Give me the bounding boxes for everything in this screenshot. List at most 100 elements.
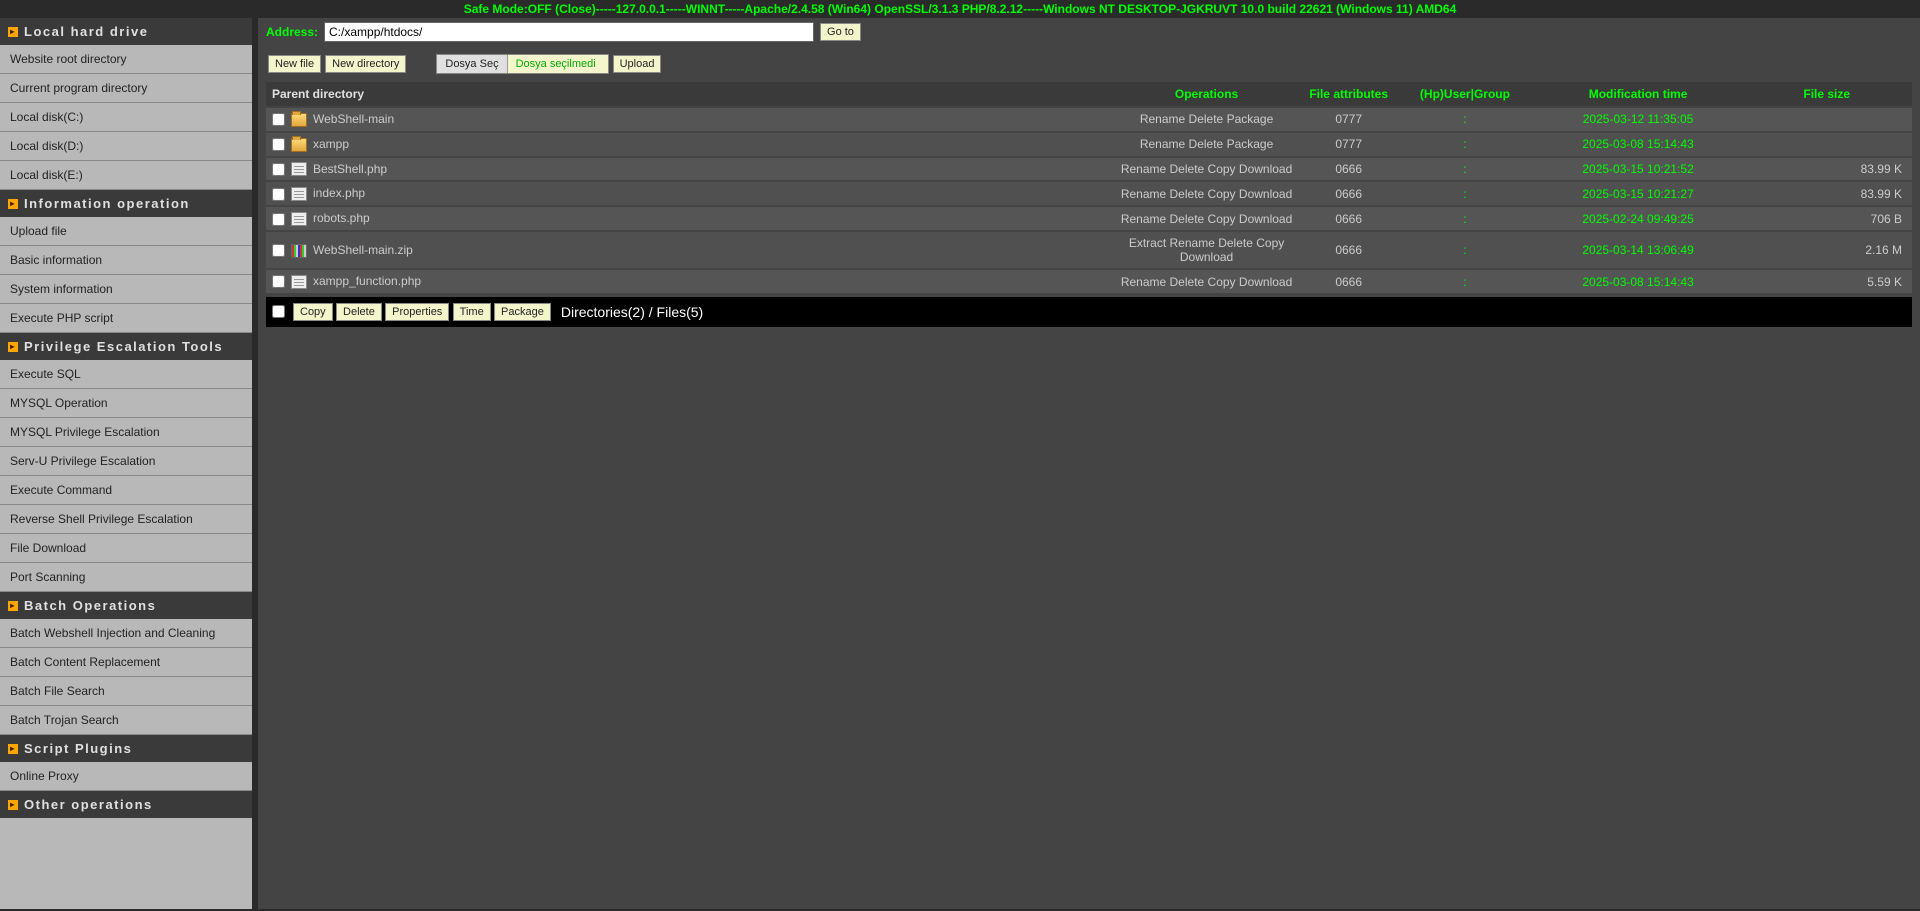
row-checkbox[interactable] (272, 138, 285, 151)
sidebar-item[interactable]: MYSQL Operation (0, 389, 252, 418)
op-copy[interactable]: Copy (1208, 212, 1236, 226)
op-delete[interactable]: Delete (1170, 187, 1205, 201)
row-checkbox[interactable] (272, 213, 285, 226)
op-rename[interactable]: Rename (1121, 187, 1166, 201)
batch-delete-button[interactable]: Delete (336, 303, 382, 321)
op-copy[interactable]: Copy (1208, 187, 1236, 201)
op-download[interactable]: Download (1239, 275, 1292, 289)
size-cell: 706 B (1741, 207, 1912, 230)
file-name[interactable]: BestShell.php (313, 162, 387, 176)
file-icon (291, 162, 307, 176)
file-name[interactable]: xampp (313, 137, 349, 151)
sidebar-section-header[interactable]: ▸Information operation (0, 190, 252, 217)
op-download[interactable]: Download (1239, 162, 1292, 176)
op-package[interactable]: Package (1227, 112, 1274, 126)
file-name[interactable]: index.php (313, 186, 365, 200)
op-package[interactable]: Package (1227, 137, 1274, 151)
file-select-button[interactable]: Dosya Seç (437, 55, 507, 73)
sidebar-section-header[interactable]: ▸Other operations (0, 791, 252, 818)
sidebar-item[interactable]: System information (0, 275, 252, 304)
sidebar-item[interactable]: Local disk(D:) (0, 132, 252, 161)
file-name[interactable]: xampp_function.php (313, 274, 421, 288)
op-delete[interactable]: Delete (1170, 212, 1205, 226)
mtime-cell[interactable]: 2025-03-15 10:21:52 (1535, 158, 1742, 181)
upload-button[interactable]: Upload (613, 55, 662, 73)
row-checkbox[interactable] (272, 113, 285, 126)
sidebar-item[interactable]: Batch Trojan Search (0, 706, 252, 735)
attributes-cell[interactable]: 0666 (1302, 232, 1395, 268)
attributes-cell[interactable]: 0666 (1302, 207, 1395, 230)
batch-time-button[interactable]: Time (453, 303, 491, 321)
op-rename[interactable]: Rename (1121, 275, 1166, 289)
sidebar-item[interactable]: Batch File Search (0, 677, 252, 706)
address-input[interactable] (324, 22, 814, 42)
op-rename[interactable]: Rename (1140, 112, 1185, 126)
sidebar-item[interactable]: Execute PHP script (0, 304, 252, 333)
mtime-cell[interactable]: 2025-03-08 15:14:43 (1535, 270, 1742, 293)
batch-package-button[interactable]: Package (494, 303, 551, 321)
attributes-cell[interactable]: 0666 (1302, 182, 1395, 205)
op-extract[interactable]: Extract (1129, 236, 1166, 250)
sidebar-item[interactable]: Reverse Shell Privilege Escalation (0, 505, 252, 534)
safe-mode-close-link[interactable]: (Close) (555, 2, 596, 16)
sidebar-item[interactable]: Execute Command (0, 476, 252, 505)
op-copy[interactable]: Copy (1208, 162, 1236, 176)
sidebar-item[interactable]: Local disk(E:) (0, 161, 252, 190)
row-checkbox[interactable] (272, 244, 285, 257)
new-file-button[interactable]: New file (268, 55, 321, 73)
op-rename[interactable]: Rename (1140, 137, 1185, 151)
op-download[interactable]: Download (1239, 187, 1292, 201)
sidebar-item[interactable]: MYSQL Privilege Escalation (0, 418, 252, 447)
op-copy[interactable]: Copy (1256, 236, 1284, 250)
op-delete[interactable]: Delete (1170, 275, 1205, 289)
select-all-checkbox[interactable] (272, 305, 285, 318)
row-checkbox[interactable] (272, 188, 285, 201)
mtime-cell[interactable]: 2025-03-12 11:35:05 (1535, 108, 1742, 131)
sidebar-section-header[interactable]: ▸Local hard drive (0, 18, 252, 45)
sidebar-item[interactable]: Website root directory (0, 45, 252, 74)
op-delete[interactable]: Delete (1218, 236, 1253, 250)
file-name[interactable]: WebShell-main (313, 112, 394, 126)
sidebar-section-header[interactable]: ▸Batch Operations (0, 592, 252, 619)
batch-copy-button[interactable]: Copy (293, 303, 333, 321)
sidebar-item[interactable]: Execute SQL (0, 360, 252, 389)
attributes-cell[interactable]: 0777 (1302, 108, 1395, 131)
sidebar-item[interactable]: Batch Content Replacement (0, 648, 252, 677)
attributes-cell[interactable]: 0666 (1302, 270, 1395, 293)
op-download[interactable]: Download (1180, 250, 1233, 264)
op-delete[interactable]: Delete (1170, 162, 1205, 176)
sidebar-section-header[interactable]: ▸Script Plugins (0, 735, 252, 762)
row-checkbox[interactable] (272, 163, 285, 176)
file-name[interactable]: WebShell-main.zip (313, 243, 413, 257)
op-delete[interactable]: Delete (1189, 112, 1224, 126)
sidebar-item[interactable]: File Download (0, 534, 252, 563)
op-delete[interactable]: Delete (1189, 137, 1224, 151)
sidebar-section-header[interactable]: ▸Privilege Escalation Tools (0, 333, 252, 360)
sidebar-item[interactable]: Port Scanning (0, 563, 252, 592)
mtime-cell[interactable]: 2025-03-14 13:06:49 (1535, 232, 1742, 268)
go-to-button[interactable]: Go to (820, 23, 861, 41)
mtime-cell[interactable]: 2025-03-15 10:21:27 (1535, 182, 1742, 205)
mtime-cell[interactable]: 2025-02-24 09:49:25 (1535, 207, 1742, 230)
sidebar-item[interactable]: Serv-U Privilege Escalation (0, 447, 252, 476)
sidebar-item[interactable]: Current program directory (0, 74, 252, 103)
new-directory-button[interactable]: New directory (325, 55, 406, 73)
row-checkbox[interactable] (272, 275, 285, 288)
file-name[interactable]: robots.php (313, 211, 370, 225)
arrow-right-icon: ▸ (8, 342, 18, 352)
col-header-name[interactable]: Parent directory (266, 82, 1111, 106)
sidebar-item[interactable]: Online Proxy (0, 762, 252, 791)
sidebar-item[interactable]: Local disk(C:) (0, 103, 252, 132)
sidebar-item[interactable]: Upload file (0, 217, 252, 246)
mtime-cell[interactable]: 2025-03-08 15:14:43 (1535, 133, 1742, 156)
op-rename[interactable]: Rename (1170, 236, 1215, 250)
batch-properties-button[interactable]: Properties (385, 303, 449, 321)
sidebar-item[interactable]: Basic information (0, 246, 252, 275)
op-download[interactable]: Download (1239, 212, 1292, 226)
op-rename[interactable]: Rename (1121, 162, 1166, 176)
attributes-cell[interactable]: 0777 (1302, 133, 1395, 156)
op-rename[interactable]: Rename (1121, 212, 1166, 226)
sidebar-item[interactable]: Batch Webshell Injection and Cleaning (0, 619, 252, 648)
attributes-cell[interactable]: 0666 (1302, 158, 1395, 181)
op-copy[interactable]: Copy (1208, 275, 1236, 289)
